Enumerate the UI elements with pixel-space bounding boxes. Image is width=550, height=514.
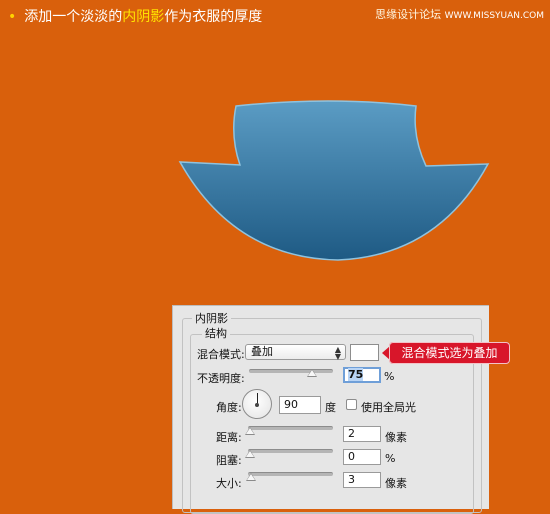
watermark: 思缘设计论坛 WWW.MISSYUAN.COM [375,6,544,22]
size-slider[interactable] [248,472,333,476]
section-title: 结构 [202,325,230,341]
watermark-text: 思缘设计论坛 [375,8,442,21]
blend-mode-label: 混合模式: [197,348,245,361]
angle-input[interactable]: 90 [279,396,321,414]
size-label: 大小: [216,477,242,490]
distance-unit: 像素 [385,431,407,444]
angle-unit: 度 [325,401,336,414]
shadow-color-swatch[interactable] [350,344,379,361]
angle-dial[interactable] [242,389,272,419]
angle-value: 90 [284,398,298,411]
opacity-slider[interactable] [249,369,333,373]
distance-slider-thumb[interactable] [245,427,255,435]
choke-slider[interactable] [248,449,333,453]
opacity-unit: % [384,370,395,383]
instruction-highlight: 内阴影 [122,9,165,25]
choke-label: 阻塞: [216,454,242,467]
panel-title: 内阴影 [192,310,231,326]
callout-annotation: 混合模式选为叠加 [389,342,510,364]
canvas: • 添加一个淡淡的内阴影作为衣服的厚度 思缘设计论坛 WWW.MISSYUAN.C… [0,0,550,514]
blend-mode-select[interactable]: 叠加 ▲ ▼ [245,344,346,361]
size-unit: 像素 [385,477,407,490]
opacity-label: 不透明度: [197,372,245,385]
instruction-text-before: 添加一个淡淡的 [24,9,123,25]
opacity-input[interactable]: 75 [343,367,381,383]
watermark-url: WWW.MISSYUAN.COM [444,11,544,21]
size-input[interactable]: 3 [343,472,381,488]
blend-mode-value: 叠加 [251,345,273,358]
distance-slider[interactable] [248,426,333,430]
angle-label: 角度: [216,401,242,414]
choke-value: 0 [348,450,355,463]
opacity-value: 75 [348,368,364,381]
inner-shadow-panel: 内阴影 结构 混合模式: 叠加 ▲ ▼ 不透明度: 75 % 角度: 90 度 使… [172,305,489,514]
clothing-shape [178,100,490,261]
distance-label: 距离: [216,431,242,444]
global-light-label: 使用全局光 [361,401,416,414]
select-arrows-icon: ▲ ▼ [334,345,341,361]
choke-input[interactable]: 0 [343,449,381,465]
bullet-icon: • [8,9,17,25]
size-value: 3 [348,473,355,486]
instruction-line: • 添加一个淡淡的内阴影作为衣服的厚度 [8,6,262,26]
distance-value: 2 [348,427,355,440]
choke-slider-thumb[interactable] [245,450,255,458]
instruction-text-after: 作为衣服的厚度 [164,9,263,25]
choke-unit: % [385,452,396,465]
distance-input[interactable]: 2 [343,426,381,442]
global-light-checkbox[interactable] [346,399,357,410]
opacity-slider-thumb[interactable] [307,369,317,377]
size-slider-thumb[interactable] [246,473,256,481]
angle-dial-center [255,403,259,407]
